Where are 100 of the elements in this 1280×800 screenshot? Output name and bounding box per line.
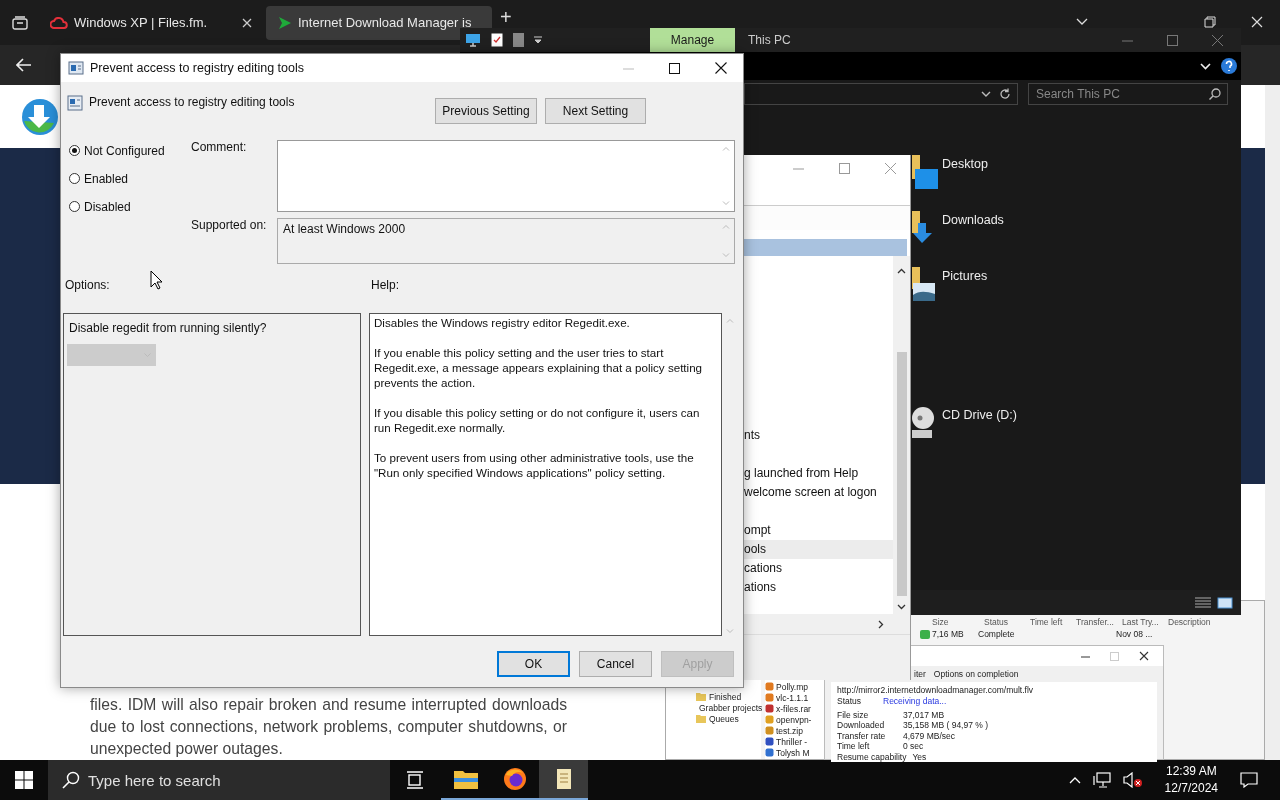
policy-icon — [67, 95, 83, 111]
radio-option[interactable]: Disabled — [69, 199, 191, 214]
computer-icon[interactable] — [465, 33, 481, 47]
restore-icon[interactable] — [1204, 16, 1216, 28]
radio-option[interactable]: Not Configured — [69, 143, 191, 158]
refresh-icon[interactable] — [999, 88, 1011, 100]
field-value: 37,017 MB — [903, 709, 945, 720]
field-label: Resume capability — [837, 751, 908, 762]
file-item[interactable]: openvpn- — [765, 714, 825, 725]
file-item[interactable]: vlc-1.1.1 — [765, 692, 825, 703]
tree-item[interactable]: Grabber projects — [696, 702, 761, 713]
close-icon[interactable] — [715, 62, 727, 74]
checklist-icon[interactable] — [491, 33, 503, 47]
drive-item[interactable]: Desktop — [912, 155, 1017, 211]
scroll-right-icon[interactable] — [878, 619, 884, 629]
browser-tab[interactable]: Windows XP | Files.fm. — [38, 5, 264, 40]
file-item[interactable]: Polly.mp — [765, 681, 825, 692]
supported-value: At least Windows 2000 — [282, 221, 407, 238]
field-value: 35,158 MB ( 94,97 % ) — [903, 720, 989, 731]
folder-icon — [696, 714, 706, 723]
scroll-down-icon[interactable] — [897, 604, 906, 610]
nav-button[interactable]: Previous Setting — [435, 98, 537, 124]
file-item[interactable]: Thriller - — [765, 736, 825, 747]
dropdown-icon[interactable] — [534, 35, 542, 45]
maximize-icon[interactable] — [669, 62, 680, 74]
help-icon[interactable] — [1221, 58, 1237, 74]
dialog-button[interactable]: OK — [497, 651, 570, 677]
close-icon[interactable] — [1139, 651, 1149, 661]
new-tab-button[interactable]: + — [500, 9, 512, 25]
drive-item[interactable]: CD Drive (D:) — [912, 406, 1017, 462]
clock-date[interactable]: 12/7/2024 — [1164, 780, 1218, 797]
field-label: Status — [837, 696, 863, 707]
speaker-muted-icon[interactable] — [1122, 772, 1143, 788]
section-label: Help: — [371, 278, 399, 292]
table-cell: 7,16 MB — [932, 629, 964, 639]
search-field[interactable]: Search This PC — [1028, 83, 1228, 105]
column-header[interactable]: Time left — [1030, 617, 1076, 627]
column-header[interactable]: Status — [984, 617, 1030, 627]
search-icon[interactable] — [1209, 88, 1221, 100]
tree-item[interactable]: Finished — [696, 691, 761, 702]
help-text: If you enable this policy setting and the user tries to start Regedit.exe, a message appears explaining that a policy setting prevents the action. — [374, 345, 704, 390]
clock-time[interactable]: 12:39 AM — [1165, 763, 1217, 780]
column-header[interactable]: Transfer... — [1076, 617, 1122, 627]
back-icon[interactable] — [16, 58, 32, 72]
drive-item[interactable]: Downloads — [912, 211, 1017, 267]
column-header[interactable]: Description — [1168, 617, 1214, 627]
taskbar-search-field[interactable]: Type here to search — [48, 760, 390, 800]
tab-list-icon[interactable] — [12, 15, 28, 30]
policy-item[interactable]: welcome screen at logon — [744, 483, 893, 502]
policy-item[interactable]: g launched from Help — [744, 464, 893, 483]
folder-icon — [696, 692, 706, 701]
policy-item[interactable]: ations — [744, 578, 893, 597]
fox-globe-icon — [502, 767, 527, 791]
network-icon[interactable] — [1092, 772, 1111, 788]
scrollbar[interactable] — [893, 256, 910, 614]
column-header[interactable]: Last Try... — [1122, 617, 1168, 627]
scroll-thumb[interactable] — [896, 352, 907, 596]
field-value: Receiving data... — [883, 696, 947, 707]
field-label: Downloaded — [837, 720, 886, 731]
scroll-up-icon[interactable] — [897, 268, 906, 274]
policy-item[interactable]: nts — [744, 426, 893, 445]
chevron-down-icon[interactable] — [981, 91, 991, 97]
radio-button[interactable] — [69, 173, 80, 184]
field-label: Supported on: — [191, 218, 268, 234]
field-label: File size — [837, 709, 870, 720]
policy-item[interactable]: ools — [744, 540, 893, 559]
file-icon — [920, 629, 930, 639]
scrollbar[interactable] — [744, 614, 910, 634]
notification-icon[interactable] — [1240, 772, 1258, 788]
policy-item[interactable]: ompt — [744, 521, 893, 540]
file-item[interactable]: x-files.rar — [765, 703, 825, 714]
browser-tab[interactable]: Internet Download Manager is — [266, 5, 492, 40]
radio-button[interactable] — [69, 145, 80, 156]
thumbnail-view-icon[interactable] — [1217, 596, 1233, 609]
chevron-up-icon[interactable] — [1068, 776, 1081, 784]
cloud-icon — [50, 16, 68, 29]
radio-option[interactable]: Enabled — [69, 171, 191, 186]
download-url: http://mirror2.internetdownloadmanager.com/mult.flv — [837, 685, 1035, 696]
drive-item[interactable]: Pictures — [912, 267, 1017, 323]
task-view-icon[interactable] — [406, 771, 424, 789]
taskbar-app[interactable] — [539, 760, 588, 800]
search-icon[interactable] — [62, 771, 80, 789]
nav-button[interactable]: Next Setting — [545, 98, 646, 124]
file-item[interactable]: test.zip — [765, 725, 825, 736]
scrollbar[interactable] — [1265, 85, 1280, 760]
file-item[interactable]: Tolysh M — [765, 747, 825, 758]
folder-icon — [453, 769, 478, 789]
details-view-icon[interactable] — [1195, 596, 1211, 609]
chevron-down-icon[interactable] — [1076, 18, 1088, 26]
windows-icon[interactable] — [15, 771, 33, 789]
dialog-tab[interactable]: Options on completion — [933, 669, 1019, 679]
tree-item[interactable]: Queues — [696, 713, 761, 724]
dialog-tab[interactable]: iter — [914, 669, 926, 679]
policy-item[interactable]: cations — [744, 559, 893, 578]
address-field[interactable] — [744, 83, 1018, 105]
field-value: Yes — [912, 751, 927, 762]
radio-button[interactable] — [69, 201, 80, 212]
dialog-button[interactable]: Cancel — [579, 651, 652, 677]
ribbon-tab[interactable]: Manage — [650, 28, 735, 52]
column-header[interactable]: Size — [932, 617, 984, 627]
